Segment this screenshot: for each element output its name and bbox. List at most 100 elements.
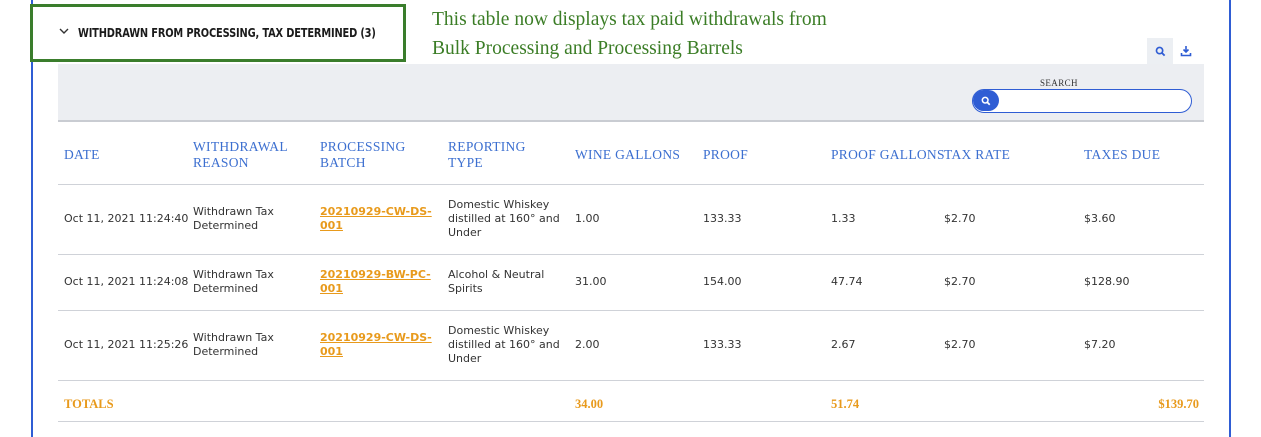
search-submit-button[interactable]	[973, 90, 999, 111]
column-header-line: PROCESSING	[320, 139, 406, 154]
cell-line: $2.70	[944, 275, 976, 288]
cell-date: Oct 11, 2021 11:25:26	[64, 338, 188, 352]
cell-line: 20210929-CW-DS-	[320, 331, 432, 344]
cell-line: 2.00	[575, 338, 600, 351]
cell-line: 154.00	[703, 275, 742, 288]
cell-wine-gallons: 31.00	[575, 275, 607, 289]
section-toggle[interactable]: WITHDRAWN FROM PROCESSING, TAX DETERMINE…	[30, 4, 406, 62]
cell-line: 133.33	[703, 212, 742, 225]
cell-line: 1.33	[831, 212, 856, 225]
column-header-line: REPORTING	[448, 139, 526, 154]
cell-line: Domestic Whiskey	[448, 324, 550, 337]
cell-reason: Withdrawn Tax Determined	[193, 331, 274, 359]
column-header-line: DATE	[64, 147, 100, 162]
section-title: WITHDRAWN FROM PROCESSING, TAX DETERMINE…	[78, 26, 376, 40]
cell-line: Spirits	[448, 282, 483, 295]
table-toolbar	[1147, 38, 1199, 64]
cell-taxes-due: $128.90	[1084, 275, 1130, 289]
row-divider	[58, 421, 1204, 422]
cell-line: Under	[448, 352, 482, 365]
cell-line: $2.70	[944, 212, 976, 225]
totals-label: TOTALS	[64, 397, 114, 411]
chevron-down-icon	[59, 26, 69, 36]
cell-date: Oct 11, 2021 11:24:08	[64, 275, 188, 289]
cell-batch[interactable]: 20210929-BW-PC- 001	[320, 268, 431, 296]
search-icon	[981, 96, 991, 105]
row-divider	[58, 310, 1204, 311]
cell-line: 1.00	[575, 212, 600, 225]
column-header-line: PROOF	[703, 147, 749, 162]
cell-line: 001	[320, 282, 343, 295]
cell-type: Alcohol & Neutral Spirits	[448, 268, 544, 296]
cell-line: Oct 11, 2021 11:24:08	[64, 275, 189, 288]
column-header-wine-gallons[interactable]: WINE GALLONS	[575, 147, 680, 163]
cell-batch[interactable]: 20210929-CW-DS- 001	[320, 331, 432, 359]
total-taxes-due: $139.70	[1158, 397, 1199, 411]
cell-line: Oct 11, 2021 11:25:26	[64, 338, 189, 351]
cell-proof-gallons: 47.74	[831, 275, 863, 289]
cell-batch[interactable]: 20210929-CW-DS- 001	[320, 205, 432, 233]
cell-tax-rate: $2.70	[944, 338, 976, 352]
cell-line: distilled at 160° and	[448, 338, 560, 351]
download-icon	[1180, 46, 1192, 57]
column-header-tax-rate[interactable]: TAX RATE	[944, 147, 1010, 163]
total-wine-gallons: 34.00	[575, 397, 604, 411]
column-header-proof-gallons[interactable]: PROOF GALLONS	[831, 147, 945, 163]
cell-reason: Withdrawn Tax Determined	[193, 205, 274, 233]
cell-tax-rate: $2.70	[944, 212, 976, 226]
cell-type: Domestic Whiskey distilled at 160° and Und…	[448, 324, 560, 366]
cell-line: Oct 11, 2021 11:24:40	[64, 212, 189, 225]
column-header-type[interactable]: REPORTING TYPE	[448, 139, 526, 171]
download-button[interactable]	[1173, 38, 1199, 64]
cell-proof: 154.00	[703, 275, 742, 289]
annotation-note: This table now displays tax paid withdra…	[432, 5, 912, 63]
cell-proof-gallons: 2.67	[831, 338, 856, 352]
cell-wine-gallons: 1.00	[575, 212, 600, 226]
cell-line: 20210929-BW-PC-	[320, 268, 431, 281]
annotation-line: This table now displays tax paid withdra…	[432, 9, 827, 30]
search-input[interactable]	[1003, 92, 1183, 109]
cell-wine-gallons: 2.00	[575, 338, 600, 352]
cell-line: 2.67	[831, 338, 856, 351]
panel-right-border	[1229, 0, 1231, 437]
cell-line: Determined	[193, 282, 259, 295]
cell-line: Under	[448, 226, 482, 239]
panel-left-border	[31, 0, 33, 437]
cell-line: Determined	[193, 219, 259, 232]
column-header-proof[interactable]: PROOF	[703, 147, 748, 163]
cell-line: 133.33	[703, 338, 742, 351]
cell-line: 47.74	[831, 275, 863, 288]
cell-line: Domestic Whiskey	[448, 198, 550, 211]
cell-line: Withdrawn Tax	[193, 331, 274, 344]
column-header-date[interactable]: DATE	[64, 147, 100, 163]
column-header-line: WITHDRAWAL	[193, 139, 288, 154]
row-divider	[58, 380, 1204, 381]
column-header-line: PROOF GALLONS	[831, 147, 945, 162]
cell-line: 001	[320, 219, 343, 232]
row-divider	[58, 254, 1204, 255]
cell-date: Oct 11, 2021 11:24:40	[64, 212, 188, 226]
cell-reason: Withdrawn Tax Determined	[193, 268, 274, 296]
cell-taxes-due: $7.20	[1084, 338, 1116, 352]
cell-line: $3.60	[1084, 212, 1116, 225]
column-header-reason[interactable]: WITHDRAWAL REASON	[193, 139, 288, 171]
search-field[interactable]	[972, 89, 1192, 113]
cell-line: Withdrawn Tax	[193, 268, 274, 281]
column-header-batch[interactable]: PROCESSING BATCH	[320, 139, 406, 171]
cell-line: $128.90	[1084, 275, 1130, 288]
cell-proof-gallons: 1.33	[831, 212, 856, 226]
column-header-line: TAX RATE	[944, 147, 1011, 162]
search-icon	[1155, 46, 1165, 56]
search-toggle-button[interactable]	[1147, 38, 1173, 64]
cell-line: $2.70	[944, 338, 976, 351]
total-proof-gallons: 51.74	[831, 397, 860, 411]
column-header-taxes-due[interactable]: TAXES DUE	[1084, 147, 1160, 163]
cell-line: 31.00	[575, 275, 607, 288]
annotation-line: Bulk Processing and Processing Barrels	[432, 38, 743, 59]
column-header-line: TAXES DUE	[1084, 147, 1161, 162]
cell-line: $7.20	[1084, 338, 1116, 351]
cell-line: Alcohol & Neutral	[448, 268, 545, 281]
row-divider	[58, 184, 1204, 185]
cell-line: 20210929-CW-DS-	[320, 205, 432, 218]
cell-line: 001	[320, 345, 343, 358]
